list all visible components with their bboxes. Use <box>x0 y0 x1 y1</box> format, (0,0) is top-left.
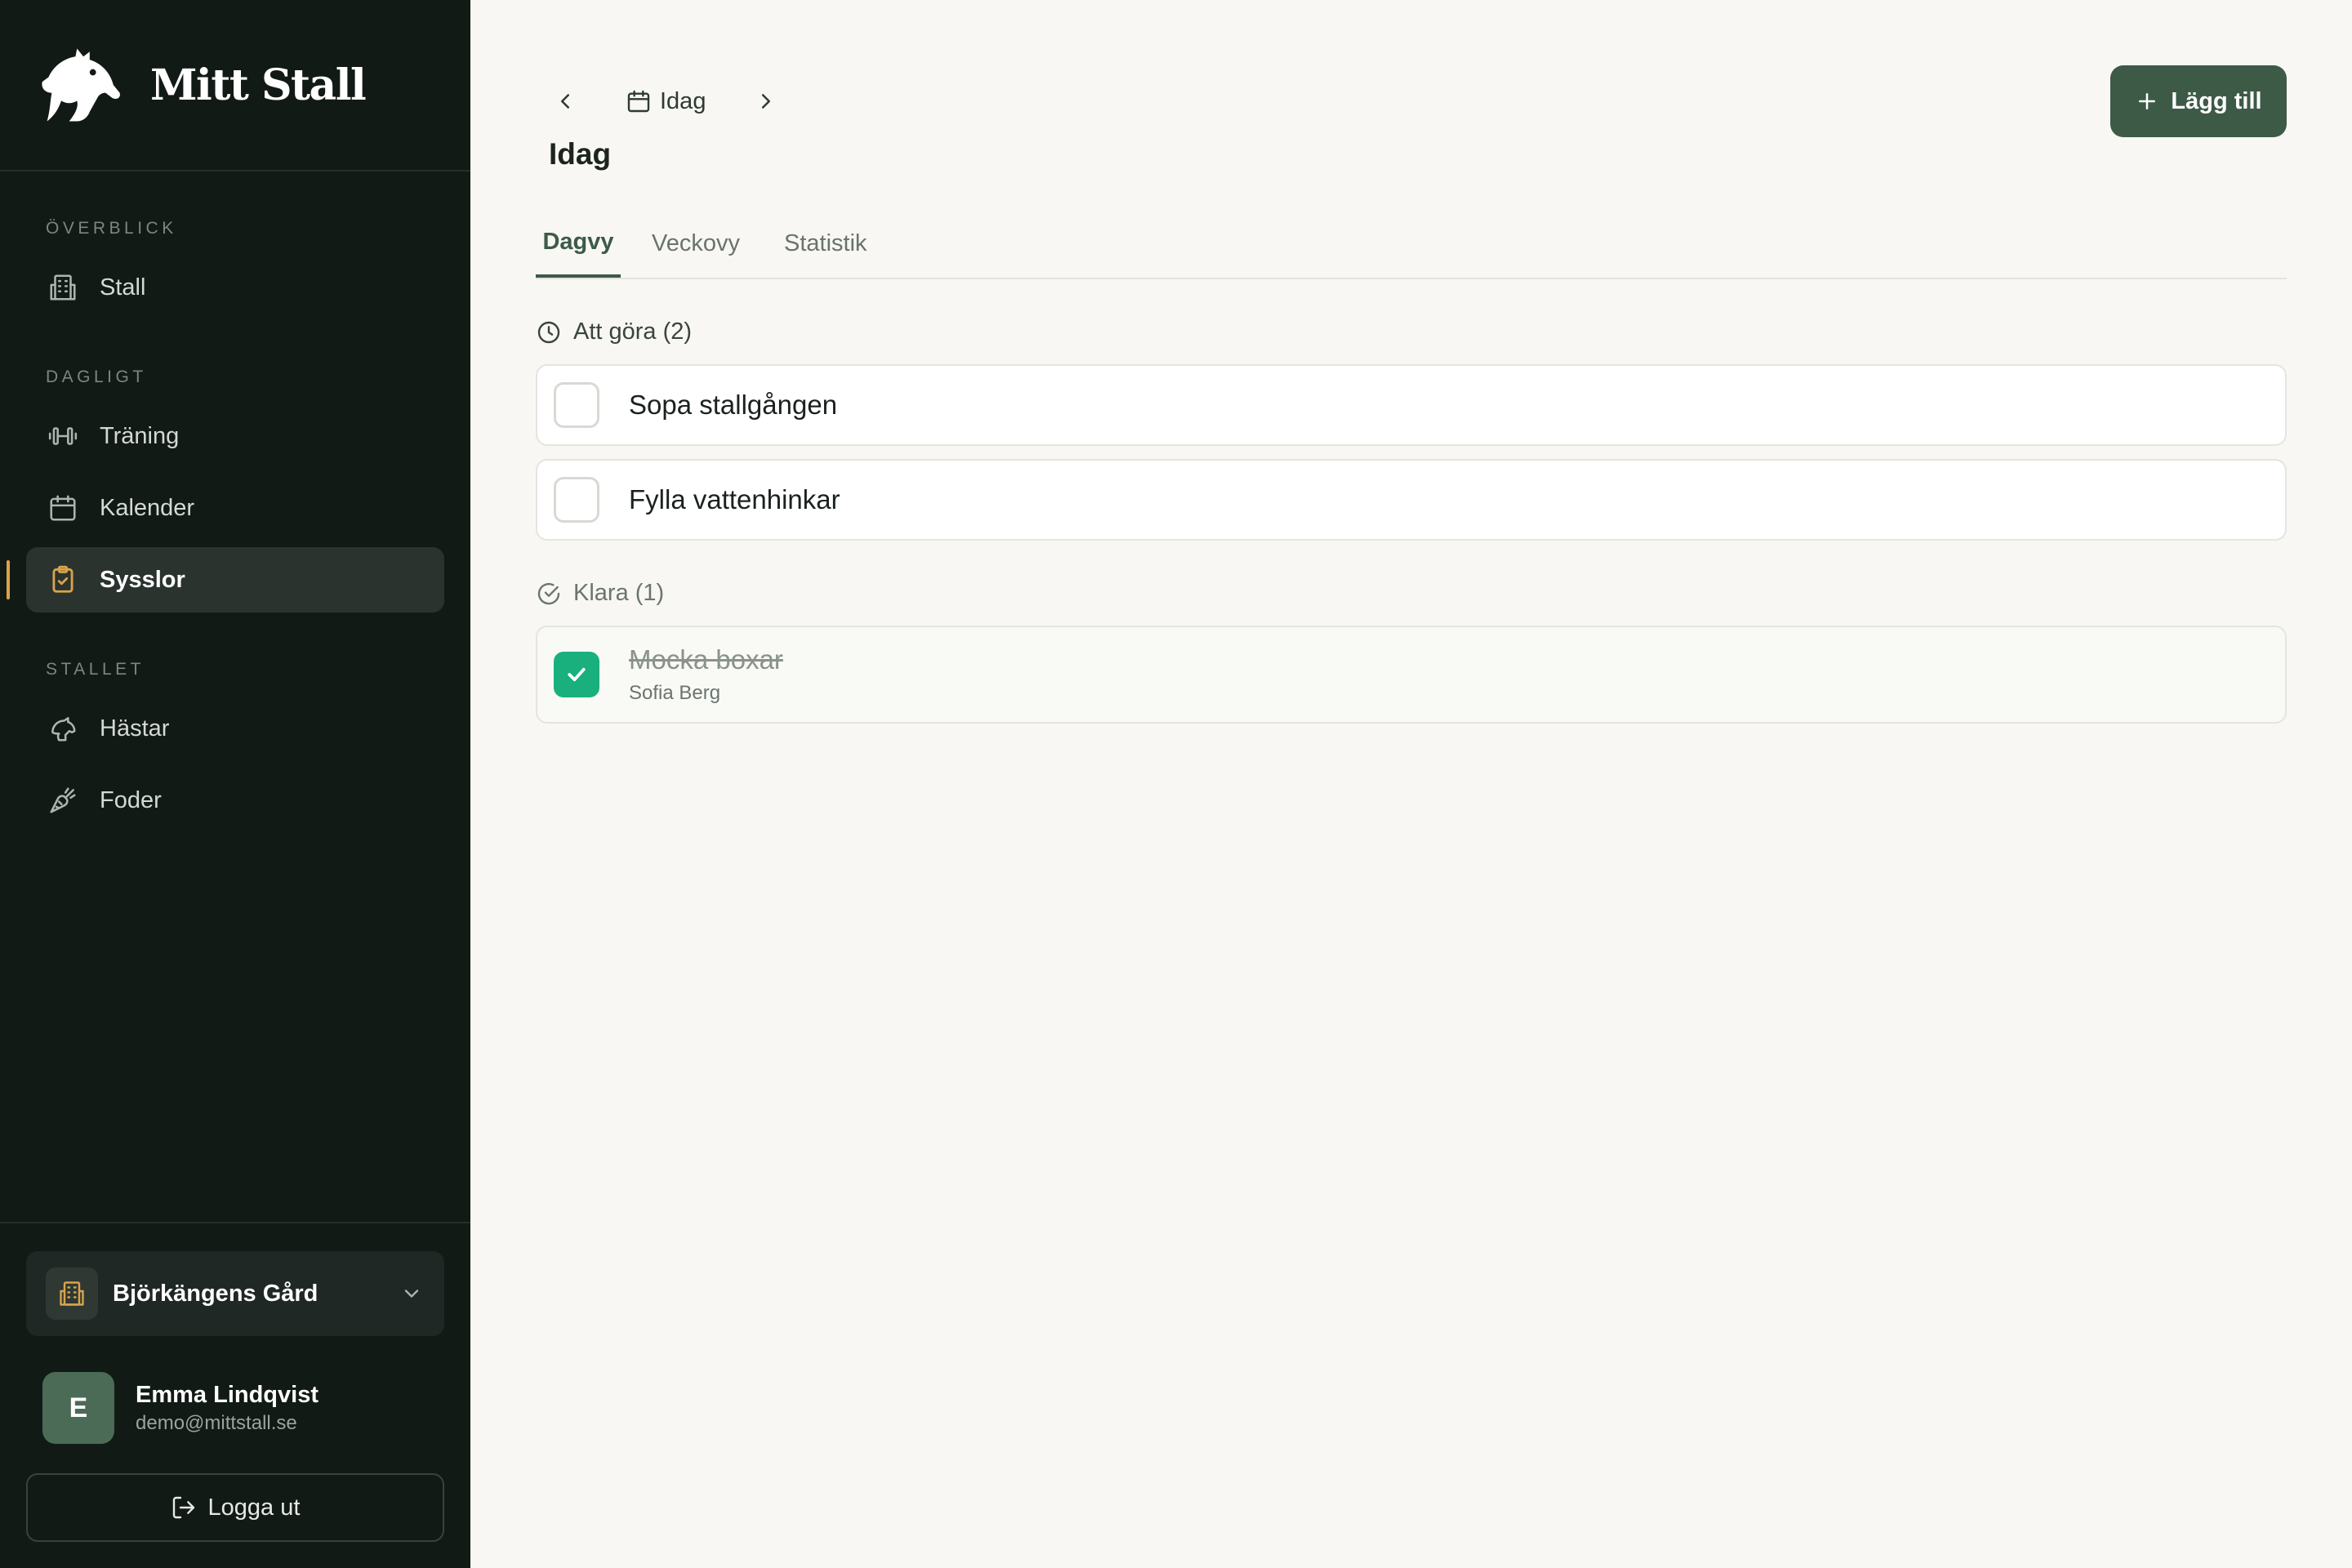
sidebar-item-label: Kalender <box>100 494 195 521</box>
todo-heading-label: Att göra (2) <box>573 318 693 345</box>
horse-logo-icon <box>42 48 120 122</box>
tab-veckovy[interactable]: Veckovy <box>652 209 740 278</box>
sidebar-item-foder[interactable]: Foder <box>26 768 444 833</box>
today-button[interactable]: Idag <box>588 88 743 115</box>
page-title: Idag <box>549 137 612 171</box>
task-row[interactable]: Sopa stallgången <box>536 364 2287 446</box>
main-content: Idag Idag Lägg till Dagvy Veckovy Statis… <box>470 0 2352 1568</box>
calendar-icon <box>627 90 650 113</box>
chevron-down-icon <box>404 1290 419 1298</box>
clock-icon <box>537 321 560 343</box>
sidebar-item-kalender[interactable]: Kalender <box>26 475 444 541</box>
sidebar-item-label: Sysslor <box>100 566 185 593</box>
task-row[interactable]: Mocka boxar Sofia Berg <box>536 626 2287 724</box>
building-icon <box>46 1267 98 1320</box>
user-name: Emma Lindqvist <box>136 1381 318 1408</box>
date-label: Idag <box>660 87 706 114</box>
sidebar-item-hastar[interactable]: Hästar <box>26 696 444 761</box>
logout-label: Logga ut <box>207 1494 301 1521</box>
carrot-icon <box>46 783 80 817</box>
sidebar-item-label: Foder <box>100 786 162 813</box>
check-circle-icon <box>537 582 560 604</box>
section-label-daily: DAGLIGT <box>46 368 147 386</box>
farm-selector[interactable]: Björkängens Gård <box>26 1251 444 1336</box>
calendar-icon <box>46 491 80 525</box>
sidebar-item-sysslor[interactable]: Sysslor <box>26 547 444 612</box>
task-title: Sopa stallgången <box>629 390 838 420</box>
task-checkbox-checked[interactable] <box>554 652 599 697</box>
previous-day-button[interactable] <box>542 78 588 124</box>
sidebar-item-label: Träning <box>100 422 180 449</box>
farm-name: Björkängens Gård <box>113 1280 318 1307</box>
horse-icon <box>46 711 80 746</box>
plus-icon <box>2139 93 2156 109</box>
logout-icon <box>172 1496 194 1519</box>
task-checkbox[interactable] <box>554 382 599 428</box>
task-row[interactable]: Fylla vattenhinkar <box>536 459 2287 541</box>
sidebar-divider <box>0 1222 470 1223</box>
done-heading: Klara (1) <box>536 580 664 607</box>
add-task-label: Lägg till <box>2171 87 2262 114</box>
todo-heading: Att göra (2) <box>536 318 692 345</box>
task-assignee: Sofia Berg <box>629 682 721 704</box>
check-icon <box>568 667 586 682</box>
user-email: demo@mittstall.se <box>136 1411 297 1434</box>
tab-dagvy[interactable]: Dagvy <box>536 209 621 278</box>
view-tabs: Dagvy Veckovy Statistik <box>536 209 2287 279</box>
done-heading-label: Klara (1) <box>573 580 665 606</box>
task-title: Mocka boxar <box>629 644 783 675</box>
building-icon <box>46 270 80 305</box>
task-title: Fylla vattenhinkar <box>629 484 840 514</box>
chevron-right-icon <box>762 94 771 109</box>
dumbbell-icon <box>46 419 80 453</box>
add-task-button[interactable]: Lägg till <box>2110 65 2287 137</box>
user-profile: E Emma Lindqvist demo@mittstall.se <box>42 1372 318 1444</box>
tab-statistik[interactable]: Statistik <box>784 209 867 278</box>
sidebar-divider <box>0 170 470 172</box>
section-label-stable: STALLET <box>46 660 145 679</box>
date-navigator: Idag <box>542 78 789 124</box>
task-checkbox[interactable] <box>554 477 599 523</box>
logout-button[interactable]: Logga ut <box>26 1473 444 1542</box>
avatar: E <box>42 1372 114 1444</box>
chevron-left-icon <box>561 94 569 109</box>
sidebar-item-stall[interactable]: Stall <box>26 255 444 320</box>
clipboard-check-icon <box>46 563 80 597</box>
brand-name: Mitt Stall <box>150 60 367 110</box>
section-label-overview: ÖVERBLICK <box>46 219 177 238</box>
active-item-marker <box>7 560 10 599</box>
sidebar: Mitt Stall ÖVERBLICK Stall DAGLIGT Träni… <box>0 0 470 1568</box>
sidebar-item-label: Stall <box>100 274 146 301</box>
brand[interactable]: Mitt Stall <box>38 44 367 126</box>
sidebar-item-label: Hästar <box>100 715 170 742</box>
next-day-button[interactable] <box>743 78 789 124</box>
sidebar-item-traning[interactable]: Träning <box>26 403 444 469</box>
